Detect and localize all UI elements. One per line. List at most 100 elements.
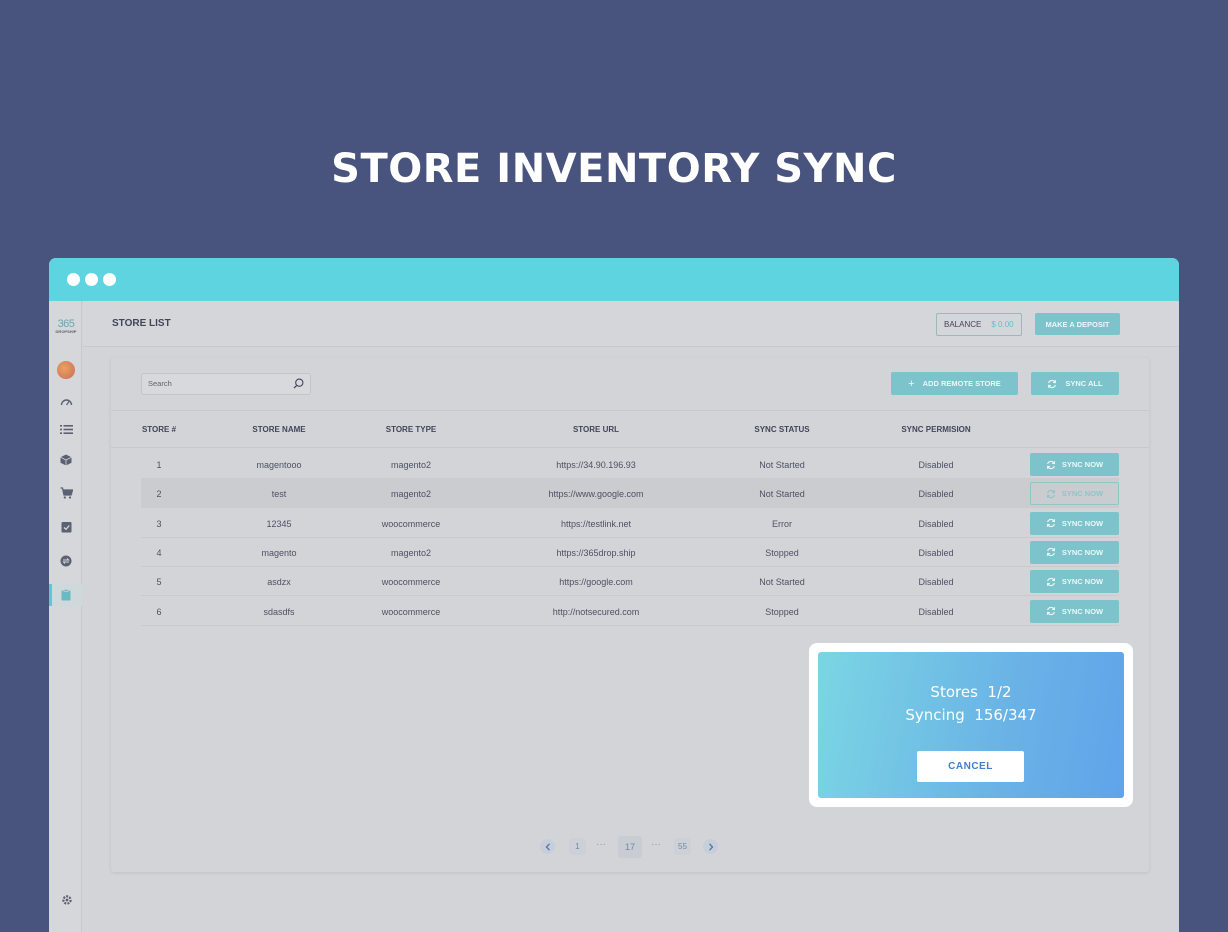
table-row[interactable]: 4 magento magento2 https://365drop.ship Stop… xyxy=(141,538,1119,567)
cell-store-num: 4 xyxy=(156,547,162,558)
cart-icon[interactable] xyxy=(58,485,74,501)
cell-store-name: 12345 xyxy=(266,518,292,529)
cell-store-url: https://www.google.com xyxy=(548,489,644,500)
cell-sync-status: Not Started xyxy=(759,489,805,500)
sync-icon xyxy=(1046,577,1055,586)
column-header-store-url[interactable]: STORE URL xyxy=(573,425,619,434)
make-deposit-button[interactable]: MAKE A DEPOSIT xyxy=(1035,313,1120,335)
cell-store-type: woocommerce xyxy=(381,518,441,529)
page-hero-title: STORE INVENTORY SYNC xyxy=(331,146,897,192)
table-row[interactable]: 1 magentooo magento2 https://34.90.196.93 No… xyxy=(141,450,1119,479)
sync-now-label: SYNC NOW xyxy=(1061,518,1104,528)
chevron-left-icon xyxy=(545,842,550,851)
cell-sync-status: Not Started xyxy=(759,460,805,470)
logo-subtitle: DROPSHIP xyxy=(55,329,77,334)
speedometer-icon[interactable] xyxy=(58,393,74,409)
sync-now-label: SYNC NOW xyxy=(1061,577,1104,587)
window-controls xyxy=(67,273,116,286)
pagination-ellipsis: ··· xyxy=(596,839,606,850)
add-remote-store-label: ADD REMOTE STORE xyxy=(922,379,1001,388)
avatar[interactable] xyxy=(57,361,75,379)
cell-store-type: magento2 xyxy=(390,547,432,558)
sync-progress-panel: Stores 1/2 Syncing 156/347 CANCEL xyxy=(818,652,1124,798)
cell-store-url: http://notsecured.com xyxy=(552,606,640,617)
cell-store-name: test xyxy=(271,489,287,500)
column-header-store-name[interactable]: STORE NAME xyxy=(252,425,305,434)
table-row[interactable]: 5 asdzx woocommerce https://google.com Not S… xyxy=(141,567,1119,597)
table-row[interactable]: 6 sdasdfs woocommerce http://notsecured.com… xyxy=(141,597,1119,626)
cell-store-num: 1 xyxy=(156,460,162,470)
column-header-sync-status[interactable]: SYNC STATUS xyxy=(754,425,809,434)
cell-store-name: magentooo xyxy=(256,460,302,470)
pagination-page-first[interactable]: 1 xyxy=(569,838,586,855)
sync-icon xyxy=(1046,548,1055,557)
gear-icon[interactable] xyxy=(59,892,75,908)
pagination-page-last[interactable]: 55 xyxy=(674,838,691,855)
sync-now-button[interactable]: SYNC NOW xyxy=(1030,482,1119,506)
window-titlebar xyxy=(49,258,1179,301)
box-icon[interactable] xyxy=(58,452,74,468)
sync-icon xyxy=(1046,606,1055,616)
search-input[interactable]: Search xyxy=(141,373,311,395)
cancel-button[interactable]: CANCEL xyxy=(917,751,1024,782)
sync-now-label: SYNC NOW xyxy=(1061,460,1104,469)
topbar: STORE LIST BALANCE $ 0.00 MAKE A DEPOSIT xyxy=(83,301,1179,347)
window-dot[interactable] xyxy=(67,273,80,286)
sync-all-button[interactable]: SYNC ALL xyxy=(1031,372,1119,395)
pagination-page-current[interactable]: 17 xyxy=(618,836,642,858)
cell-sync-status: Not Started xyxy=(759,577,805,588)
add-remote-store-button[interactable]: + ADD REMOTE STORE xyxy=(891,372,1018,395)
sync-now-label: SYNC NOW xyxy=(1061,489,1104,499)
sync-icon xyxy=(1046,489,1055,498)
stores-progress-text: Stores 1/2 xyxy=(930,683,1012,701)
cell-store-type: woocommerce xyxy=(381,606,441,617)
page-title: STORE LIST xyxy=(112,318,171,329)
column-header-sync-permission[interactable]: SYNC PERMISION xyxy=(901,425,970,434)
search-placeholder: Search xyxy=(148,379,172,388)
cell-store-num: 2 xyxy=(156,489,162,500)
logo[interactable]: 365 DROPSHIP xyxy=(53,319,79,334)
search-icon[interactable] xyxy=(293,378,304,389)
sidebar-active-indicator xyxy=(49,584,52,606)
cell-store-url: https://365drop.ship xyxy=(556,547,636,558)
sync-icon xyxy=(1046,460,1055,469)
pagination-next-button[interactable] xyxy=(703,839,718,854)
cell-sync-permission: Disabled xyxy=(918,547,954,558)
sync-now-button[interactable]: SYNC NOW xyxy=(1030,599,1119,623)
column-header-store-num[interactable]: STORE # xyxy=(142,425,176,434)
cell-sync-permission: Disabled xyxy=(918,489,954,500)
cell-store-url: https://google.com xyxy=(559,577,633,588)
clipboard-icon[interactable] xyxy=(58,587,74,603)
sync-now-button[interactable]: SYNC NOW xyxy=(1030,511,1119,535)
window-dot[interactable] xyxy=(85,273,98,286)
pagination: 1 ··· 17 ··· 55 xyxy=(111,834,1149,858)
cell-sync-status: Stopped xyxy=(765,606,799,617)
cell-sync-status: Error xyxy=(772,518,792,529)
sync-now-button[interactable]: SYNC NOW xyxy=(1030,453,1119,476)
cell-store-type: woocommerce xyxy=(381,577,441,588)
cell-store-num: 5 xyxy=(156,577,162,588)
cell-store-name: asdzx xyxy=(267,577,291,588)
table-row[interactable]: 2 test magento2 https://www.google.com Not S… xyxy=(141,479,1119,509)
chevron-right-icon xyxy=(708,842,713,851)
table-row[interactable]: 3 12345 woocommerce https://testlink.net Err… xyxy=(141,509,1119,538)
swap-icon[interactable] xyxy=(58,553,74,569)
checklist-icon[interactable] xyxy=(58,519,74,535)
window-dot[interactable] xyxy=(103,273,116,286)
cell-sync-permission: Disabled xyxy=(918,460,954,470)
list-icon[interactable] xyxy=(58,421,74,437)
cell-store-type: magento2 xyxy=(390,460,432,470)
sync-now-label: SYNC NOW xyxy=(1061,547,1104,557)
column-header-store-type[interactable]: STORE TYPE xyxy=(386,425,437,434)
cell-store-name: sdasdfs xyxy=(263,606,295,617)
plus-icon: + xyxy=(908,377,915,390)
sync-now-button[interactable]: SYNC NOW xyxy=(1030,570,1119,594)
sync-now-button[interactable]: SYNC NOW xyxy=(1030,540,1119,564)
pagination-prev-button[interactable] xyxy=(540,839,555,854)
balance-value: $ 0.00 xyxy=(991,320,1014,329)
cell-sync-permission: Disabled xyxy=(918,606,954,617)
sync-progress-modal: Stores 1/2 Syncing 156/347 CANCEL xyxy=(809,643,1133,807)
syncing-progress-text: Syncing 156/347 xyxy=(905,706,1037,724)
sync-icon xyxy=(1046,518,1055,528)
cell-store-name: magento xyxy=(261,547,297,558)
